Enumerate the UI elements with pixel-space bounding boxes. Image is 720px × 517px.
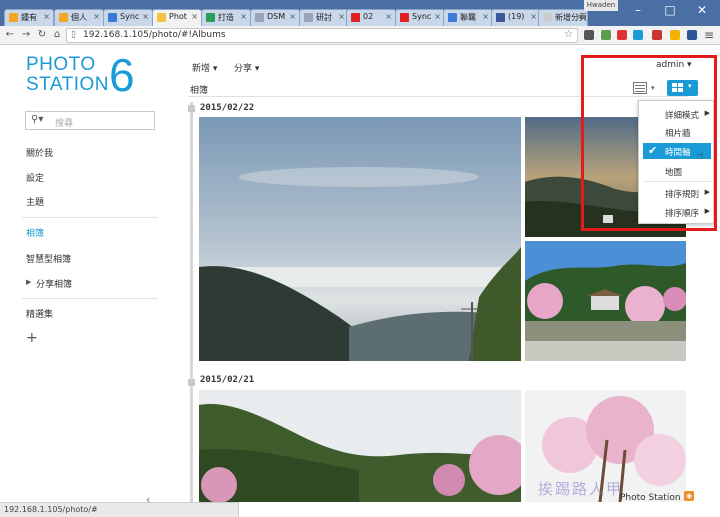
add-menu[interactable]: 新增 ▾ [192, 61, 217, 74]
search-input[interactable]: ⚲▾ 搜尋 [25, 111, 155, 130]
extension-icon[interactable] [687, 30, 697, 40]
timeline-marker [188, 105, 195, 112]
breadcrumb: 相簿 [190, 86, 209, 96]
date-heading: 2015/02/22 [200, 103, 255, 113]
maximize-icon[interactable]: □ [656, 0, 684, 20]
tab-favicon-icon [351, 13, 360, 22]
photo-thumbnail[interactable] [199, 390, 521, 502]
sidebar-item-albums[interactable]: 相簿 [26, 226, 156, 239]
close-icon[interactable]: × [338, 12, 345, 21]
photo-image [525, 241, 686, 361]
tab-favicon-icon [255, 13, 264, 22]
close-icon[interactable]: × [43, 12, 50, 21]
browser-tab[interactable]: Sync × [103, 9, 153, 26]
extension-icon[interactable] [617, 30, 627, 40]
gmail-icon[interactable] [652, 30, 662, 40]
share-menu[interactable]: 分享 ▾ [234, 61, 259, 74]
tab-favicon-icon [304, 13, 313, 22]
sidebar-item-themes[interactable]: 主題 [26, 195, 156, 208]
divider [22, 217, 158, 218]
search-placeholder: 搜尋 [55, 119, 74, 129]
browser-tab[interactable]: 鍾有 × [4, 9, 54, 26]
tab-favicon-icon [59, 13, 68, 22]
extension-icon[interactable] [670, 30, 680, 40]
star-icon[interactable]: ☆ [564, 29, 573, 40]
close-icon[interactable]: × [577, 12, 584, 21]
browser-tab[interactable]: (19) × [491, 9, 541, 26]
date-heading: 2015/02/21 [200, 375, 255, 385]
photo-image [199, 117, 521, 361]
forward-icon[interactable]: → [20, 29, 32, 41]
tab-favicon-icon [206, 13, 215, 22]
profile-chip[interactable]: Hwaden [584, 0, 618, 11]
photo-thumbnail[interactable] [199, 117, 521, 361]
browser-tab[interactable]: 聯羈 × [443, 9, 493, 26]
tab-favicon-icon [9, 13, 18, 22]
browser-tab[interactable]: 02 × [346, 9, 396, 26]
close-icon[interactable]: × [191, 12, 198, 21]
divider [22, 298, 158, 299]
menu-icon[interactable]: ≡ [704, 28, 714, 42]
tab-favicon-icon [496, 13, 505, 22]
minimize-icon[interactable]: – [624, 0, 652, 20]
photo-image [199, 390, 521, 502]
footer-label: Photo Station 6 [620, 493, 690, 503]
timeline-marker [188, 379, 195, 386]
browser-tab[interactable]: 個人 × [54, 9, 104, 26]
close-icon[interactable]: × [530, 12, 537, 21]
url-text[interactable]: 192.168.1.105/photo/#!Albums [83, 30, 226, 40]
reload-icon[interactable]: ↻ [36, 29, 48, 41]
highlight-annotation [581, 55, 717, 231]
address-bar[interactable]: ▯ 192.168.1.105/photo/#!Albums ☆ [66, 28, 578, 43]
tab-favicon-icon [400, 13, 409, 22]
timeline-bar [190, 102, 193, 502]
extension-icon[interactable] [584, 30, 594, 40]
extension-icon[interactable] [633, 30, 643, 40]
home-icon[interactable]: ⌂ [51, 29, 63, 41]
rss-icon[interactable]: ◉ [684, 491, 694, 501]
sidebar-item-about[interactable]: 關於我 [26, 146, 156, 159]
status-bar: 192.168.1.105/photo/# [0, 502, 239, 517]
close-icon[interactable]: × [142, 12, 149, 21]
close-icon[interactable]: × [289, 12, 296, 21]
sidebar-item-smart-albums[interactable]: 智慧型相簿 [26, 252, 156, 265]
close-icon[interactable]: × [385, 12, 392, 21]
sidebar: PHOTO STATION 6 ⚲▾ 搜尋 關於我 設定 主題 相簿 智慧型相簿… [0, 46, 183, 506]
close-icon[interactable]: × [482, 12, 489, 21]
expand-arrow-icon[interactable]: ▶ [26, 278, 31, 286]
browser-tab[interactable]: 新增分頁 × [538, 9, 588, 26]
photo-thumbnail[interactable] [525, 241, 686, 361]
close-window-icon[interactable]: ✕ [688, 0, 716, 20]
sidebar-item-shared-albums[interactable]: 分享相簿 [36, 277, 166, 290]
browser-tab[interactable]: DSM × [250, 9, 300, 26]
sidebar-item-collections[interactable]: 精選集 [26, 307, 156, 320]
tab-favicon-icon [543, 13, 552, 22]
close-icon[interactable]: × [93, 12, 100, 21]
browser-tab-active[interactable]: Phot × [152, 9, 202, 27]
tab-favicon-icon [157, 13, 166, 22]
watermark: 挨踢路人甲 [538, 480, 624, 498]
page-icon: ▯ [71, 30, 76, 40]
browser-toolbar: ← → ↻ ⌂ ▯ 192.168.1.105/photo/#!Albums ☆… [0, 26, 720, 45]
tab-favicon-icon [108, 13, 117, 22]
search-icon[interactable]: ⚲▾ [31, 114, 43, 125]
close-icon[interactable]: × [240, 12, 247, 21]
browser-tab[interactable]: 打造 × [201, 9, 251, 26]
extension-icon[interactable] [601, 30, 611, 40]
browser-tab-strip: 鍾有 × 個人 × Sync × Phot × 打造 × DSM × 研討 × 02 × Syn… [0, 0, 720, 27]
tab-favicon-icon [448, 13, 457, 22]
add-icon[interactable]: + [26, 330, 38, 346]
close-icon[interactable]: × [434, 12, 441, 21]
browser-tab[interactable]: 研討 × [299, 9, 349, 26]
browser-tab[interactable]: Sync × [395, 9, 445, 26]
sidebar-item-settings[interactable]: 設定 [26, 171, 156, 184]
back-icon[interactable]: ← [4, 29, 16, 41]
